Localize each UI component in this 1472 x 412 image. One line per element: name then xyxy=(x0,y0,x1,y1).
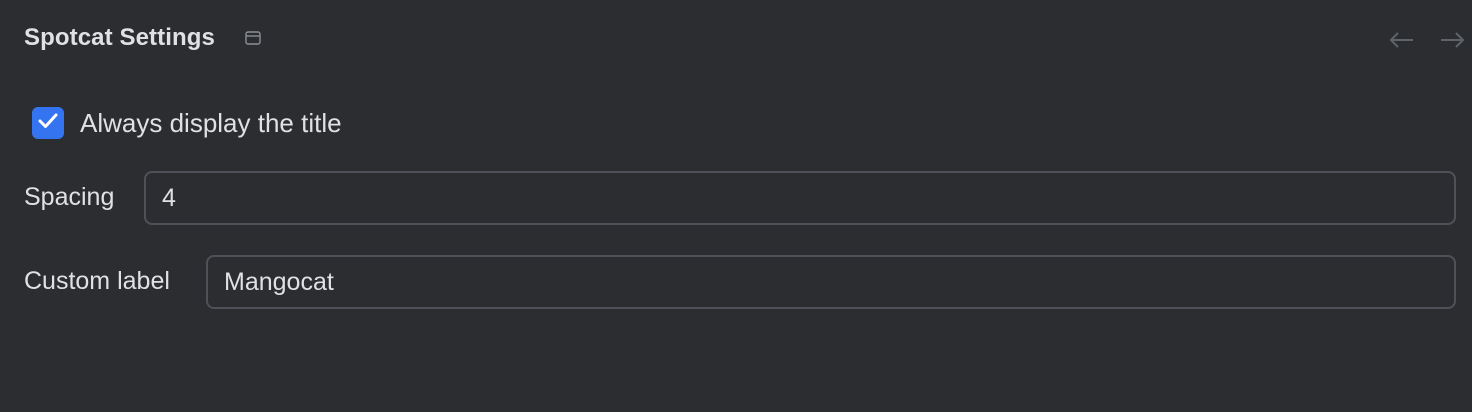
always-display-title-option[interactable]: Always display the title xyxy=(32,106,342,140)
always-display-title-label[interactable]: Always display the title xyxy=(80,108,342,139)
forward-button[interactable] xyxy=(1438,28,1466,56)
custom-label-label: Custom label xyxy=(24,267,170,295)
checkmark-icon xyxy=(37,112,59,135)
back-button[interactable] xyxy=(1388,28,1416,56)
settings-panel: Spotcat Settings Always display the titl… xyxy=(0,0,1472,412)
spacing-label: Spacing xyxy=(24,183,115,211)
panel-header: Spotcat Settings xyxy=(24,20,261,56)
arrow-left-icon xyxy=(1389,31,1415,53)
window-icon[interactable] xyxy=(245,31,261,45)
page-title: Spotcat Settings xyxy=(24,24,215,51)
navigation-arrows xyxy=(1388,28,1466,56)
custom-label-input[interactable] xyxy=(206,255,1456,309)
always-display-title-checkbox[interactable] xyxy=(32,107,64,139)
arrow-right-icon xyxy=(1439,31,1465,53)
spacing-input[interactable] xyxy=(144,171,1456,225)
